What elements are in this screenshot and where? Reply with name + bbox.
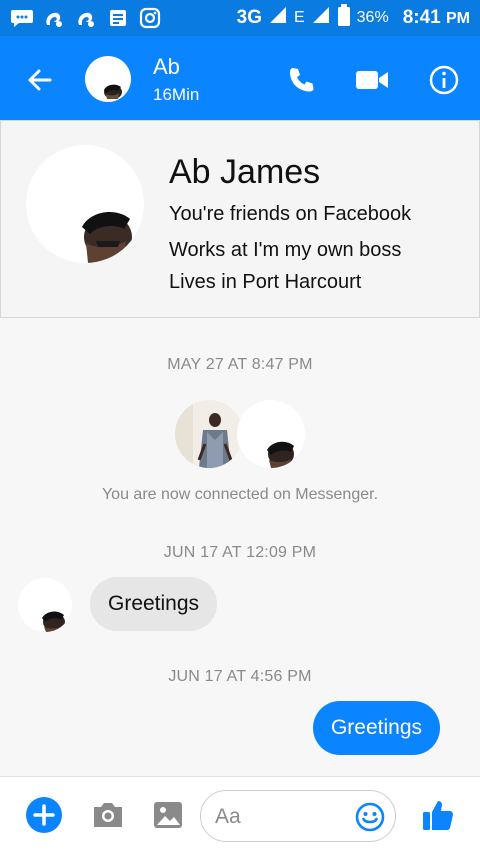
info-icon xyxy=(429,65,459,95)
network-type-2: E xyxy=(293,9,305,26)
status-bar: 3G E 36% 8:41 PM xyxy=(0,0,480,36)
back-arrow-icon xyxy=(28,69,52,91)
instagram-icon xyxy=(138,6,162,30)
contact-avatar-small xyxy=(237,400,305,468)
uc-browser-icon xyxy=(42,6,66,30)
battery-icon xyxy=(337,4,351,32)
my-avatar xyxy=(175,400,243,468)
message-composer xyxy=(0,776,480,854)
message-input[interactable] xyxy=(215,801,345,833)
plus-icon xyxy=(26,797,62,833)
signal-icon xyxy=(268,5,288,31)
clock: 8:41 PM xyxy=(403,7,470,29)
contact-name: Ab xyxy=(153,54,180,79)
gallery-button[interactable] xyxy=(148,795,188,835)
connected-avatars xyxy=(175,400,307,470)
profile-card[interactable]: Ab James You're friends on Facebook Work… xyxy=(0,120,480,318)
location-info: Lives in Port Harcourt xyxy=(169,271,362,293)
image-icon xyxy=(154,802,182,828)
sender-avatar[interactable] xyxy=(18,578,72,632)
messenger-notification-icon xyxy=(10,6,34,30)
battery-level: 36% xyxy=(356,9,389,26)
friend-status: You're friends on Facebook xyxy=(169,203,412,225)
video-camera-icon xyxy=(356,71,388,89)
profile-name: Ab James xyxy=(169,153,321,191)
voice-call-button[interactable] xyxy=(281,60,321,100)
timestamp: JUN 17 AT 12:09 PM xyxy=(163,544,317,561)
active-status: 16Min xyxy=(153,85,200,104)
more-actions-button[interactable] xyxy=(24,795,64,835)
signal-icon-2 xyxy=(311,5,331,31)
camera-button[interactable] xyxy=(88,795,128,835)
back-button[interactable] xyxy=(22,62,58,98)
person-photo-icon xyxy=(42,611,65,632)
timestamp: MAY 27 AT 8:47 PM xyxy=(167,356,313,373)
person-photo-icon xyxy=(175,400,243,468)
clock-ampm: PM xyxy=(446,10,470,27)
person-photo-icon xyxy=(104,84,122,99)
profile-avatar[interactable] xyxy=(26,145,144,263)
conversation-header: Ab 16Min xyxy=(0,36,480,120)
outgoing-message-bubble[interactable]: Greetings xyxy=(312,701,440,755)
info-button[interactable] xyxy=(424,60,464,100)
emoji-icon[interactable] xyxy=(355,802,385,832)
thumbs-up-icon xyxy=(423,801,453,830)
incoming-message-bubble[interactable]: Greetings xyxy=(90,577,218,631)
person-photo-icon xyxy=(82,212,132,263)
uc-browser-icon-2 xyxy=(74,6,98,30)
connected-message: You are now connected on Messenger. xyxy=(101,486,379,503)
camera-icon xyxy=(94,803,122,827)
contact-avatar[interactable] xyxy=(85,56,131,102)
work-info: Works at I'm my own boss xyxy=(169,239,402,261)
phone-icon xyxy=(290,68,314,92)
network-type: 3G xyxy=(236,7,262,28)
like-button[interactable] xyxy=(418,795,458,835)
person-photo-icon xyxy=(267,441,294,468)
message-input-field[interactable] xyxy=(200,790,396,842)
video-call-button[interactable] xyxy=(352,60,392,100)
timestamp: JUN 17 AT 4:56 PM xyxy=(168,668,312,685)
clock-time: 8:41 xyxy=(402,7,441,28)
document-icon xyxy=(106,6,130,30)
